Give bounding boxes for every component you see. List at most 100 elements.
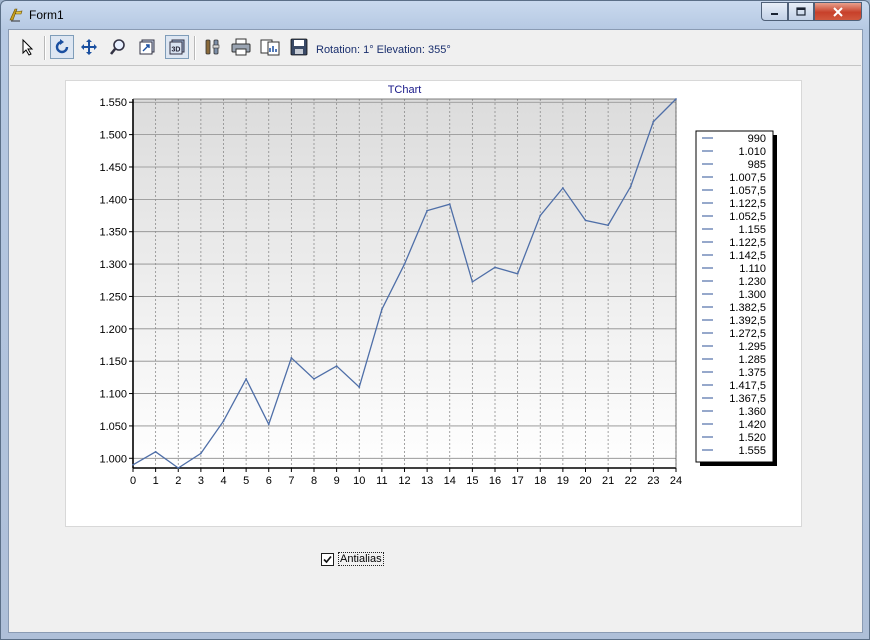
x-tick-label: 4: [220, 475, 226, 487]
series-point: [675, 98, 677, 100]
x-tick-label: 6: [266, 475, 272, 487]
series-point: [471, 280, 474, 283]
y-tick-label: 1.550: [99, 97, 127, 109]
series-point: [358, 386, 361, 388]
maximize-button[interactable]: [788, 2, 814, 21]
antialias-checkbox[interactable]: Antialias: [321, 552, 384, 566]
svg-text:3D: 3D: [172, 47, 181, 54]
depth-button[interactable]: [135, 35, 159, 59]
y-tick-label: 1.200: [99, 324, 127, 336]
x-tick-label: 10: [353, 475, 365, 487]
x-tick-label: 14: [444, 475, 456, 487]
legend-entry: 1.230: [738, 276, 766, 288]
legend-entry: 1.300: [738, 289, 766, 301]
x-tick-label: 7: [288, 475, 294, 487]
series-point: [629, 185, 632, 188]
save-icon: [290, 38, 308, 56]
series-point: [267, 423, 270, 426]
legend-entry: 1.122,5: [729, 237, 766, 249]
print-icon: [231, 38, 251, 56]
copy-icon: [260, 39, 280, 56]
chart-svg[interactable]: TChart 1.000 1.050 1.100 1.150 1.200 1.250 1.30…: [66, 81, 801, 526]
legend-entry: 1.420: [738, 419, 766, 431]
series-point: [154, 450, 157, 453]
title-bar[interactable]: Form1: [1, 1, 869, 29]
legend-entry: 1.122,5: [729, 198, 766, 210]
x-tick-label: 5: [243, 475, 249, 487]
legend-entry: 1.367,5: [729, 393, 766, 405]
minimize-button[interactable]: [761, 2, 788, 21]
view-3d-button[interactable]: 3D: [165, 35, 189, 59]
legend-entry: 1.295: [738, 341, 766, 353]
series-point: [290, 357, 293, 359]
rotate-button[interactable]: [50, 35, 74, 59]
legend-entry: 1.382,5: [729, 302, 766, 314]
series-point: [403, 263, 406, 265]
window-title: Form1: [29, 8, 64, 22]
select-pointer-button[interactable]: [16, 35, 40, 59]
print-button[interactable]: [229, 35, 253, 59]
main-window: Form1 3D Rotation: 1° Elevation: 355° TC…: [0, 0, 870, 640]
y-tick-label: 1.400: [99, 194, 127, 206]
x-tick-label: 1: [153, 475, 159, 487]
series-point: [584, 219, 587, 222]
chart-editor-toolbar: 3D Rotation: 1° Elevation: 355°: [10, 31, 861, 66]
x-tick-label: 24: [670, 475, 682, 487]
maximize-icon: [796, 7, 806, 16]
x-tick-label: 23: [647, 475, 659, 487]
x-tick-label: 9: [334, 475, 340, 487]
rotation-elevation-status: Rotation: 1° Elevation: 355°: [316, 44, 451, 56]
save-button[interactable]: [287, 35, 311, 59]
x-tick-label: 17: [512, 475, 524, 487]
series-point: [222, 420, 225, 422]
legend-entry: 985: [748, 159, 766, 171]
y-tick-label: 1.450: [99, 162, 127, 174]
series-point: [335, 365, 338, 367]
y-tick-label: 1.350: [99, 227, 127, 239]
3d-icon: 3D: [169, 39, 185, 55]
x-tick-label: 15: [466, 475, 478, 487]
legend-entry: 1.555: [738, 445, 766, 457]
legend-entry: 1.520: [738, 432, 766, 444]
legend-entry: 1.417,5: [729, 380, 766, 392]
y-tick-label: 1.000: [99, 453, 127, 465]
series-point: [494, 266, 496, 269]
antialias-checkbox-box[interactable]: [321, 552, 334, 566]
move-button[interactable]: [77, 35, 101, 59]
legend-entry: 1.285: [738, 354, 766, 366]
legend-entry: 1.360: [738, 406, 766, 418]
series-point: [199, 452, 202, 455]
x-tick-label: 21: [602, 475, 614, 487]
x-tick-label: 3: [198, 475, 204, 487]
edit-button[interactable]: [200, 35, 224, 59]
y-tick-label: 1.500: [99, 130, 127, 142]
series-point: [516, 272, 519, 275]
legend-entry: 1.272,5: [729, 328, 766, 340]
depth-icon: [139, 39, 155, 55]
antialias-label[interactable]: Antialias: [338, 552, 384, 566]
legend-entry: 1.375: [738, 367, 766, 379]
x-tick-label: 13: [421, 475, 433, 487]
x-tick-label: 16: [489, 475, 501, 487]
legend-entry: 1.007,5: [729, 172, 766, 184]
series-point: [607, 224, 610, 227]
series-point: [561, 187, 564, 189]
chart-title: TChart: [388, 84, 422, 96]
series-point: [177, 467, 180, 469]
legend-entry: 1.110: [739, 263, 766, 275]
tchart-panel[interactable]: TChart 1.000 1.050 1.100 1.150 1.200 1.250 1.30…: [65, 80, 802, 527]
zoom-button[interactable]: [106, 35, 130, 59]
x-tick-label: 2: [175, 475, 181, 487]
legend-entry: 1.057,5: [729, 185, 766, 197]
series-point: [448, 203, 451, 206]
checkmark-icon: [323, 555, 332, 563]
x-tick-label: 20: [579, 475, 591, 487]
x-tick-label: 18: [534, 475, 546, 487]
series-point: [132, 463, 134, 466]
close-icon: [833, 6, 843, 17]
close-button[interactable]: [814, 2, 862, 21]
legend-entry: 1.010: [738, 146, 766, 158]
copy-button[interactable]: [258, 35, 282, 59]
legend-entry: 1.392,5: [729, 315, 766, 327]
x-tick-label: 12: [398, 475, 410, 487]
